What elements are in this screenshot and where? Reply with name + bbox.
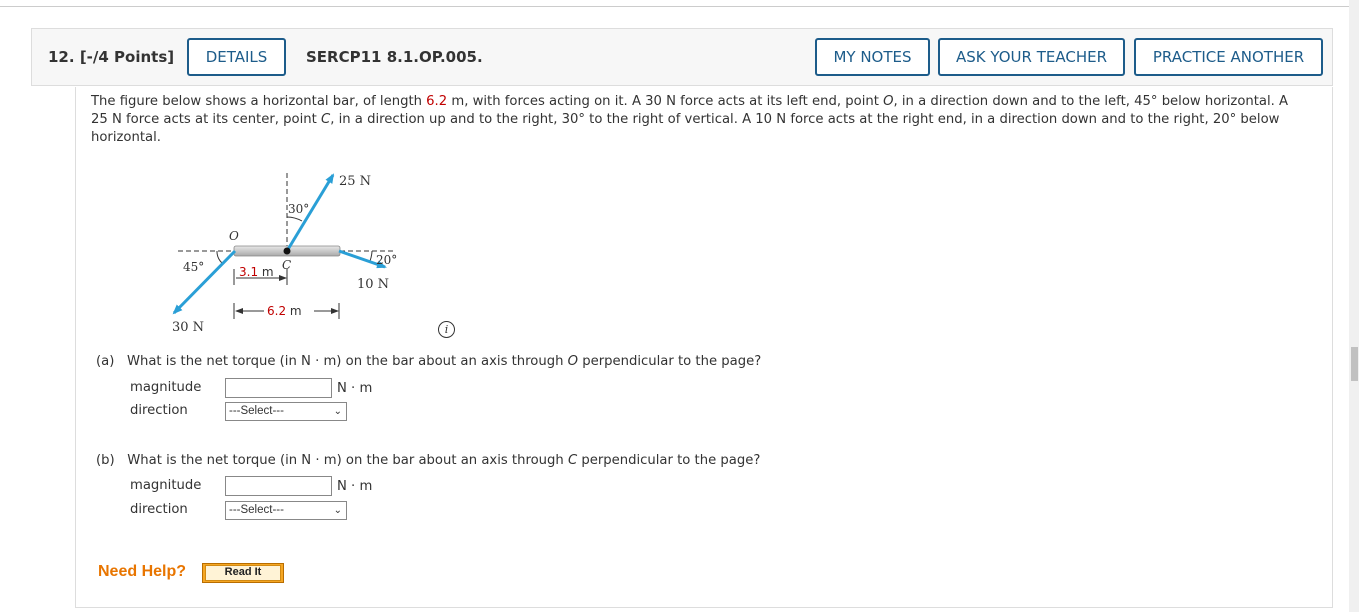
label-10n: 10 N <box>357 277 389 292</box>
label-full-length: 6.2 m <box>267 304 302 318</box>
part-b-question: (b) What is the net torque (in N · m) on… <box>96 453 761 468</box>
part-a-magnitude-input[interactable] <box>225 378 332 398</box>
part-b-direction-select[interactable]: ---Select--- ⌄ <box>225 501 347 520</box>
angle-45-arc <box>216 250 223 264</box>
ask-teacher-button[interactable]: ASK YOUR TEACHER <box>938 38 1125 76</box>
need-help-label: Need Help? <box>98 563 187 580</box>
details-button[interactable]: DETAILS <box>187 38 286 76</box>
scrollbar-track[interactable] <box>1349 0 1359 612</box>
part-a-direction-label: direction <box>130 403 188 418</box>
scrollbar-thumb[interactable] <box>1351 347 1358 381</box>
practice-another-button[interactable]: PRACTICE ANOTHER <box>1134 38 1323 76</box>
part-b-direction-label: direction <box>130 502 188 517</box>
info-icon[interactable]: i <box>438 321 455 338</box>
label-45deg: 45° <box>183 260 204 274</box>
label-c: C <box>282 258 291 272</box>
label-o: O <box>229 229 239 243</box>
force-diagram: 25 N 30° O 45° 3.1 m C 20° 10 N 6.2 m 30… <box>172 173 397 335</box>
full-length-arrowhead-left <box>235 308 243 314</box>
length-value: 6.2 <box>426 94 448 109</box>
part-b-magnitude-label: magnitude <box>130 478 202 493</box>
point-c-dot <box>283 247 291 255</box>
my-notes-button[interactable]: MY NOTES <box>815 38 930 76</box>
label-20deg: 20° <box>376 253 397 267</box>
label-25n: 25 N <box>339 174 371 189</box>
part-a-direction-select[interactable]: ---Select--- ⌄ <box>225 402 347 421</box>
chevron-down-icon: ⌄ <box>333 505 342 516</box>
part-a-magnitude-label: magnitude <box>130 380 202 395</box>
question-number: 12. [-/4 Points] <box>48 48 175 66</box>
top-divider <box>0 6 1350 7</box>
problem-code: SERCP11 8.1.OP.005. <box>306 48 483 66</box>
label-30n: 30 N <box>172 320 204 335</box>
part-a-unit: N · m <box>337 381 373 396</box>
angle-30-arc <box>286 216 303 222</box>
chevron-down-icon: ⌄ <box>333 406 342 417</box>
label-half-length: 3.1 m <box>239 265 274 279</box>
question-text: The figure below shows a horizontal bar,… <box>91 94 1289 145</box>
label-30deg: 30° <box>288 202 309 216</box>
angle-20-arc <box>369 250 373 262</box>
part-b-magnitude-input[interactable] <box>225 476 332 496</box>
part-b-unit: N · m <box>337 479 373 494</box>
question-header: 12. [-/4 Points] DETAILS SERCP11 8.1.OP.… <box>31 28 1333 86</box>
part-a-question: (a) What is the net torque (in N · m) on… <box>96 354 762 369</box>
read-it-button[interactable]: Read It <box>202 563 284 583</box>
